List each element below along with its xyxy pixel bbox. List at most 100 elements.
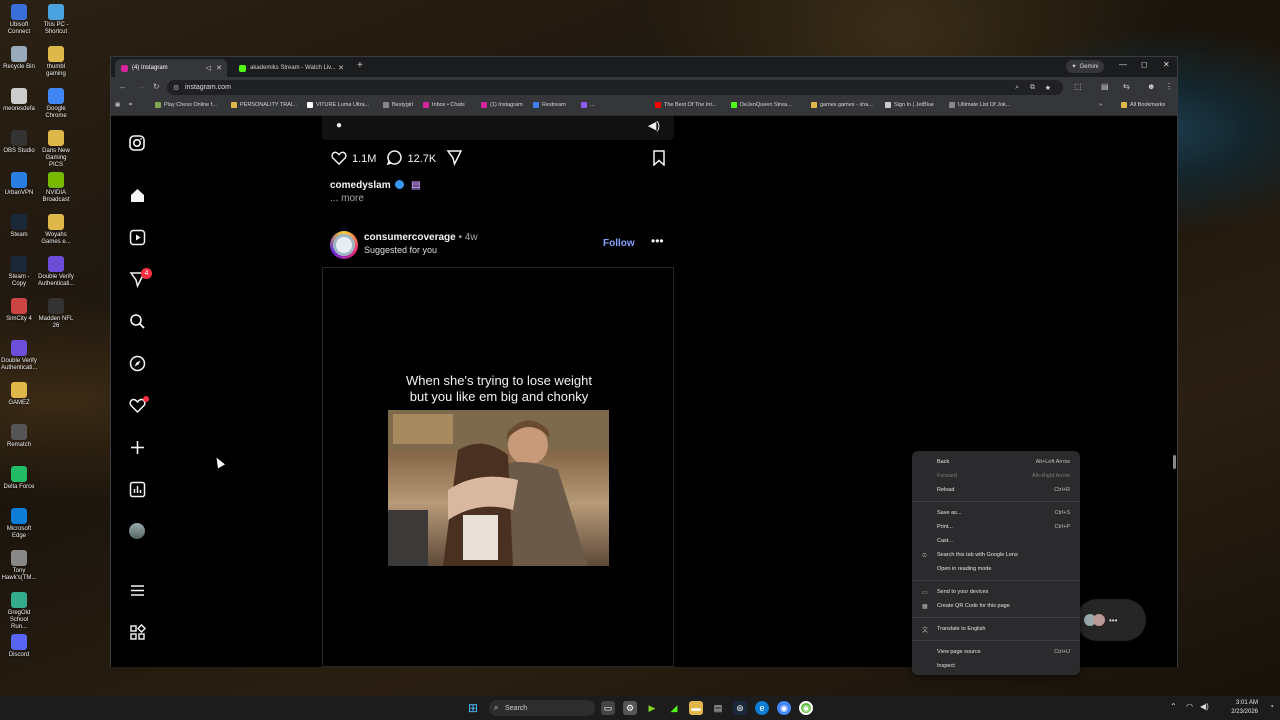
audio-icon[interactable]: ◀) <box>648 119 660 132</box>
save-bookmark-icon[interactable] <box>652 149 666 169</box>
bookmark-item[interactable]: The Best Of The Int... <box>655 102 716 108</box>
settings-icon[interactable]: ⚙ <box>623 701 637 715</box>
post-options-icon[interactable]: ••• <box>651 234 664 248</box>
kick-icon[interactable]: ◢ <box>667 701 681 715</box>
taskbar-search[interactable]: ⌕ Search <box>489 700 595 716</box>
tab-akademiks[interactable]: akademiks Stream - Watch Liv... ✕ <box>233 59 349 77</box>
dashboard-icon[interactable] <box>128 480 146 498</box>
profile-avatar[interactable] <box>128 522 146 540</box>
bookmark-item[interactable]: Sign In | JetBlue <box>885 102 934 108</box>
desktop-icon[interactable]: Tony Hawk's(TM... <box>1 550 37 582</box>
notification-bell-icon[interactable]: ◔ <box>1269 702 1274 711</box>
menu-item-search-this-tab-with-google-lens[interactable]: ⊙ Search this tab with Google Lens <box>912 548 1080 562</box>
desktop-icon[interactable]: Double Verify Authenticati... <box>38 256 74 288</box>
create-plus-icon[interactable] <box>128 438 146 456</box>
chrome-taskbar-icon[interactable]: ◉ <box>777 701 791 715</box>
menu-item-open-in-reading-mode[interactable]: Open in reading mode <box>912 562 1080 576</box>
install-icon[interactable]: ⧉ <box>1030 84 1035 92</box>
desktop-icon[interactable]: Dans New Gaming PICS <box>38 130 74 170</box>
volume-icon[interactable]: ◀) <box>1200 702 1209 711</box>
clock[interactable]: 3:01 AM 2/23/2026 <box>1231 699 1258 717</box>
desktop-icon[interactable]: GAMEZ <box>1 382 37 407</box>
share-icon[interactable] <box>446 149 463 169</box>
file-explorer-icon[interactable]: ▬ <box>689 701 703 715</box>
desktop-icon[interactable]: meoresdefa <box>1 88 37 113</box>
post-avatar[interactable] <box>330 231 358 259</box>
all-bookmarks[interactable]: All Bookmarks <box>1121 102 1165 108</box>
desktop-icon[interactable]: This PC - Shortcut <box>38 4 74 36</box>
edge-icon[interactable]: e <box>755 701 769 715</box>
speaker-icon[interactable]: ◁ <box>206 64 211 72</box>
close-tab-icon[interactable]: ✕ <box>338 64 344 72</box>
minimize-icon[interactable]: — <box>1119 60 1127 69</box>
close-tab-icon[interactable]: ✕ <box>216 64 222 72</box>
desktop-icon[interactable]: thumbl gaming <box>38 46 74 78</box>
maximize-icon[interactable]: ◻ <box>1141 60 1148 69</box>
menu-item-send-to-your-devices[interactable]: ▭ Send to your devices <box>912 585 1080 599</box>
post-username[interactable]: consumercoverage <box>364 232 456 243</box>
desktop-icon[interactable]: Delta Force <box>1 466 37 491</box>
home-icon[interactable] <box>128 186 146 204</box>
sidepanel-icon[interactable]: ▤ <box>1101 82 1109 91</box>
reload-icon[interactable]: ↻ <box>153 82 160 91</box>
desktop-icon[interactable]: Steam - Copy <box>1 256 37 288</box>
post-media[interactable]: When she's trying to lose weight but you… <box>322 267 674 667</box>
comment-icon[interactable] <box>386 149 403 169</box>
bookmark-item[interactable]: Restream <box>533 102 566 108</box>
desktop-icon[interactable]: Google Chrome <box>38 88 74 120</box>
notes-icon[interactable]: ▤ <box>711 701 725 715</box>
menu-item-cast[interactable]: Cast... <box>912 534 1080 548</box>
more-menu-icon[interactable] <box>128 581 146 599</box>
menu-item-inspect[interactable]: Inspect <box>912 659 1080 673</box>
desktop-icon[interactable]: Double Verify Authenticati... <box>1 340 37 372</box>
tab-instagram[interactable]: (4) Instagram ◁ ✕ <box>115 59 227 77</box>
desktop-icon[interactable]: Madden NFL 26 <box>38 298 74 330</box>
bookmark-item[interactable]: Ultimate List Of Jok... <box>949 102 1010 108</box>
menu-item-save-as[interactable]: Save as... Ctrl+S <box>912 506 1080 520</box>
messages-floating-button[interactable]: ••• <box>1076 599 1146 641</box>
menu-kebab-icon[interactable]: ⋮ <box>1165 82 1173 91</box>
like-count[interactable]: 1.1M <box>352 153 376 165</box>
also-from-meta-icon[interactable] <box>128 623 146 641</box>
zoom-icon[interactable]: ⌕ <box>1015 84 1019 92</box>
windows-start-icon[interactable]: ⊞ <box>466 701 480 715</box>
media-player-icon[interactable]: ▶ <box>645 701 659 715</box>
desktop-icon[interactable]: Woyahs Games e... <box>38 214 74 246</box>
tagged-user-icon[interactable]: ● <box>336 120 342 131</box>
menu-item-translate-to-english[interactable]: 文 Translate to English <box>912 622 1080 636</box>
desktop-icon[interactable]: UrbanVPN <box>1 172 37 197</box>
reels-icon[interactable] <box>128 228 146 246</box>
search-icon[interactable] <box>128 312 146 330</box>
address-bar[interactable]: ⚙ instagram.com ⌕ ⧉ ★ <box>167 80 1063 95</box>
page-scrollbar-thumb[interactable] <box>1173 455 1176 469</box>
comment-count[interactable]: 12.7K <box>407 153 436 165</box>
bookmark-item[interactable]: Bestygirl <box>383 102 413 108</box>
explore-icon[interactable] <box>128 354 146 372</box>
desktop-icon[interactable]: NVIDIA Broadcast <box>38 172 74 204</box>
wifi-icon[interactable]: ◠ <box>1186 702 1193 711</box>
profile-icon[interactable]: ☻ <box>1147 82 1155 91</box>
back-icon[interactable]: ← <box>119 82 127 91</box>
bookmark-item[interactable]: DeJenQueen Strea... <box>731 102 792 108</box>
new-tab-icon[interactable]: + <box>357 60 363 71</box>
follow-button[interactable]: Follow <box>603 238 635 249</box>
desktop-icon[interactable]: SimCity 4 <box>1 298 37 323</box>
post-age[interactable]: 4w <box>465 232 478 243</box>
close-window-icon[interactable]: ✕ <box>1163 60 1170 69</box>
bookmark-star-icon[interactable]: ★ <box>1045 84 1051 92</box>
menu-item-print[interactable]: Print... Ctrl+P <box>912 520 1080 534</box>
steam-icon[interactable]: ⊛ <box>733 701 747 715</box>
menu-item-reload[interactable]: Reload Ctrl+R <box>912 483 1080 497</box>
bookmark-item[interactable]: Inbox • Chats <box>423 102 465 108</box>
extensions-icon[interactable]: ⬚ <box>1074 82 1082 91</box>
desktop-icon[interactable]: Rematch <box>1 424 37 449</box>
desktop-icon[interactable]: Microsoft Edge <box>1 508 37 540</box>
bookmark-item[interactable]: ... <box>581 102 595 108</box>
desktop-icon[interactable]: Recycle Bin <box>1 46 37 71</box>
menu-item-create-qr-code-for-this-page[interactable]: ▦ Create QR Code for this page <box>912 599 1080 613</box>
apps-icon[interactable]: ▦ <box>115 102 120 108</box>
tray-chevron-icon[interactable]: ⌃ <box>1170 702 1177 711</box>
desktop-icon[interactable]: OBS Studio <box>1 130 37 155</box>
bookmark-item[interactable]: (1) Instagram <box>481 102 523 108</box>
bookmark-item[interactable]: VITURE Luma Ultra... <box>307 102 369 108</box>
